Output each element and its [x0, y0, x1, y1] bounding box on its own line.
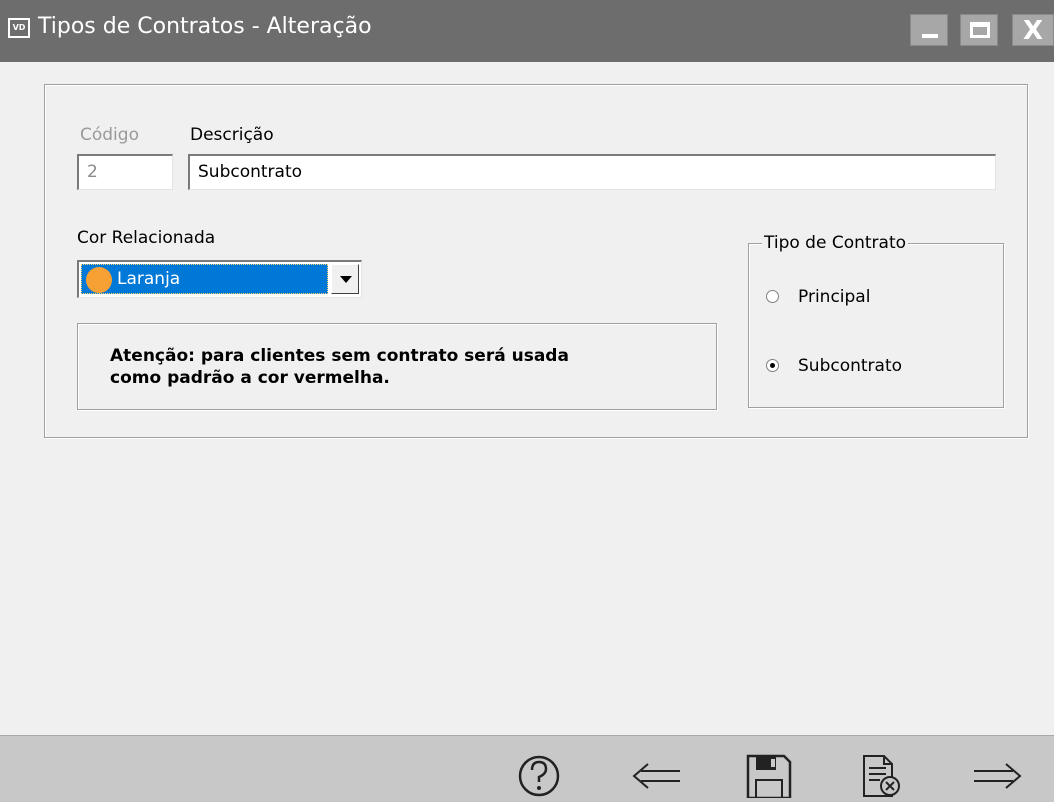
descricao-field[interactable]: Subcontrato [188, 154, 996, 190]
radio-principal-label: Principal [798, 287, 871, 307]
help-button[interactable] [512, 750, 566, 798]
radio-subcontrato-label: Subcontrato [798, 356, 903, 376]
bottom-toolbar [0, 735, 1054, 802]
back-button[interactable] [630, 750, 684, 798]
window-title: Tipos de Contratos - Alteração [38, 14, 372, 39]
descricao-label: Descrição [190, 125, 274, 145]
minimize-button[interactable] [910, 14, 948, 46]
cancel-document-icon [863, 755, 900, 797]
dropdown-button[interactable] [331, 264, 359, 294]
app-logo-icon: VD [8, 18, 30, 38]
orange-color-swatch-icon [86, 267, 112, 293]
selected-color-item[interactable]: Laranja [81, 264, 328, 294]
help-icon [518, 755, 560, 797]
radio-principal-indicator[interactable] [766, 290, 779, 303]
tipo-contrato-group [748, 243, 1004, 408]
cor-relacionada-label: Cor Relacionada [77, 228, 216, 248]
codigo-label: Código [80, 125, 139, 145]
chevron-down-icon [340, 276, 352, 283]
notice-line-2: como padrão a cor vermelha. [110, 368, 390, 388]
maximize-button[interactable] [960, 14, 998, 46]
notice-box: Atenção: para clientes sem contrato será… [77, 323, 717, 410]
cancel-document-button[interactable] [854, 750, 908, 798]
forward-button[interactable] [970, 750, 1024, 798]
close-button[interactable]: X [1012, 14, 1054, 46]
codigo-field: 2 [77, 154, 173, 190]
close-icon: X [1023, 16, 1044, 46]
save-icon [746, 754, 792, 798]
minimize-icon [922, 34, 938, 38]
notice-line-1: Atenção: para clientes sem contrato será… [110, 346, 569, 366]
title-bar: VD Tipos de Contratos - Alteração X [0, 0, 1054, 62]
maximize-icon [970, 22, 990, 38]
cor-relacionada-select[interactable]: Laranja [77, 260, 362, 298]
radio-subcontrato-indicator[interactable] [766, 359, 779, 372]
notice-text: Atenção: para clientes sem contrato será… [110, 345, 569, 389]
tipo-contrato-legend: Tipo de Contrato [762, 233, 909, 253]
forward-arrow-icon [974, 763, 1022, 789]
save-button[interactable] [742, 750, 796, 798]
selected-color-label: Laranja [117, 269, 181, 289]
back-arrow-icon [632, 763, 680, 789]
